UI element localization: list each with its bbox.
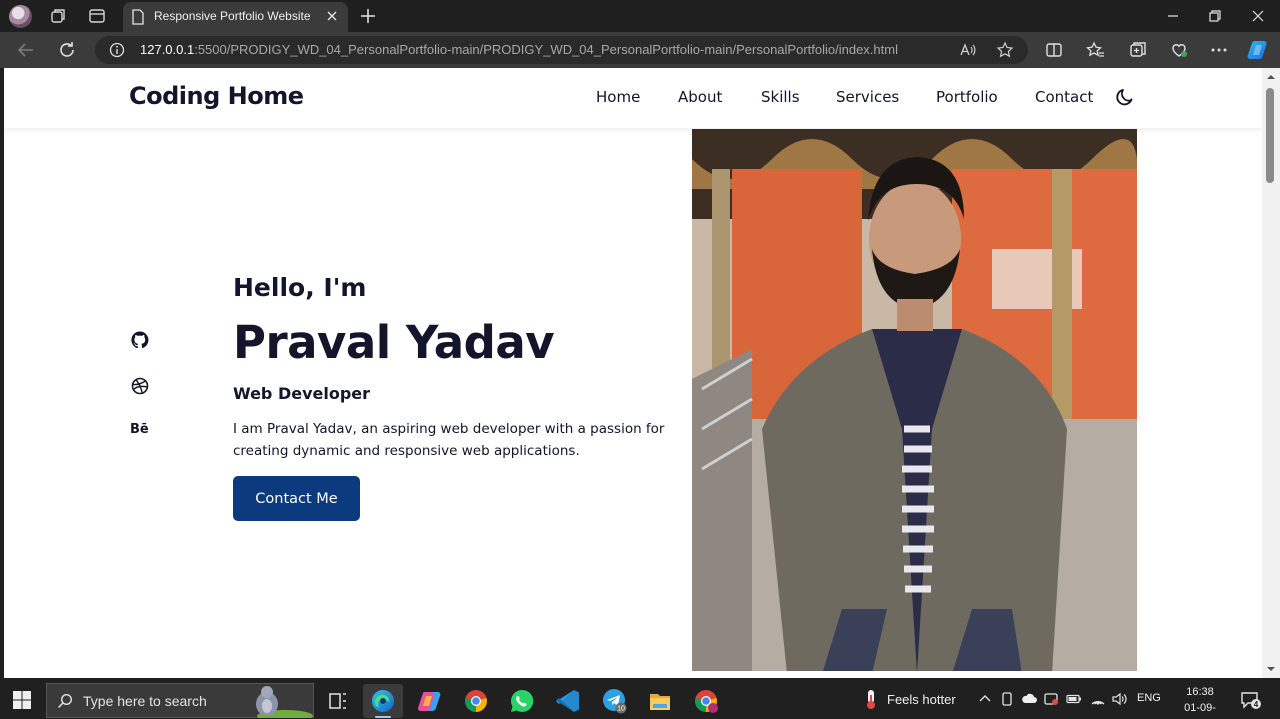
browser-essentials-icon[interactable] bbox=[1168, 39, 1190, 61]
restore-icon[interactable] bbox=[1205, 6, 1225, 26]
search-icon bbox=[57, 693, 73, 709]
system-clock[interactable]: 16:38 01-09-2024 bbox=[1173, 684, 1227, 719]
hero-description: I am Praval Yadav, an aspiring web devel… bbox=[233, 421, 665, 459]
hero-role: Web Developer bbox=[233, 384, 371, 403]
clock-time: 16:38 bbox=[1186, 686, 1214, 698]
contact-me-button[interactable]: Contact Me bbox=[233, 476, 360, 521]
file-explorer-icon[interactable] bbox=[640, 684, 680, 718]
refresh-icon[interactable] bbox=[56, 39, 78, 61]
split-screen-icon[interactable] bbox=[1043, 39, 1065, 61]
nav-about[interactable]: About bbox=[678, 88, 722, 106]
browser-toolbar: 127.0.0.1:5500/PRODIGY_WD_04_PersonalPor… bbox=[0, 32, 1280, 68]
weather-text[interactable]: Feels hotter bbox=[887, 692, 956, 707]
copilot-icon[interactable] bbox=[1247, 38, 1271, 62]
workspaces-icon[interactable] bbox=[48, 6, 68, 26]
close-tab-icon[interactable] bbox=[324, 8, 340, 24]
browser-title-bar: Responsive Portfolio Website bbox=[0, 0, 1280, 32]
read-aloud-icon[interactable] bbox=[959, 41, 977, 59]
chrome-profile-icon[interactable] bbox=[686, 684, 726, 718]
collections-icon[interactable] bbox=[1127, 39, 1149, 61]
scroll-thumb[interactable] bbox=[1266, 88, 1274, 183]
battery-icon[interactable] bbox=[1066, 691, 1082, 707]
back-arrow-icon[interactable] bbox=[15, 39, 37, 61]
taskbar-search[interactable]: Type here to search bbox=[46, 683, 314, 718]
nav-home[interactable]: Home bbox=[596, 88, 640, 106]
browser-tab-active[interactable]: Responsive Portfolio Website bbox=[123, 2, 348, 32]
url-text: 127.0.0.1:5500/PRODIGY_WD_04_PersonalPor… bbox=[140, 42, 898, 57]
meet-now-icon[interactable] bbox=[1043, 691, 1059, 707]
nav-skills[interactable]: Skills bbox=[761, 88, 800, 106]
notification-count: 4 bbox=[1254, 700, 1259, 709]
page-viewport: Coding Home Home About Skills Services P… bbox=[4, 68, 1262, 678]
nav-contact[interactable]: Contact bbox=[1035, 88, 1093, 106]
tab-title: Responsive Portfolio Website bbox=[154, 9, 311, 23]
page-scrollbar[interactable] bbox=[1262, 68, 1280, 678]
minimize-icon[interactable] bbox=[1163, 6, 1183, 26]
device-icon[interactable] bbox=[999, 691, 1015, 707]
chrome-icon[interactable] bbox=[456, 684, 496, 718]
favorites-icon[interactable] bbox=[1085, 39, 1107, 61]
close-window-icon[interactable] bbox=[1248, 6, 1268, 26]
wifi-icon[interactable] bbox=[1090, 691, 1106, 707]
favorite-star-icon[interactable] bbox=[996, 41, 1014, 59]
page-icon bbox=[132, 9, 144, 25]
task-view-icon[interactable] bbox=[318, 684, 358, 718]
windows-start-icon[interactable] bbox=[12, 690, 32, 710]
edge-icon bbox=[372, 690, 394, 712]
whatsapp-icon[interactable] bbox=[502, 684, 542, 718]
tab-actions-icon[interactable] bbox=[87, 6, 107, 26]
hero-greeting: Hello, I'm bbox=[233, 273, 367, 302]
notifications-icon[interactable]: 4 bbox=[1240, 690, 1262, 710]
site-header: Coding Home Home About Skills Services P… bbox=[4, 68, 1262, 128]
scroll-up-arrow-icon[interactable] bbox=[1266, 72, 1276, 82]
onedrive-cloud-icon[interactable] bbox=[1021, 691, 1037, 707]
taskbar: Type here to search 10 Feels hotter ENG … bbox=[0, 680, 1280, 719]
site-logo[interactable]: Coding Home bbox=[129, 82, 304, 110]
search-placeholder: Type here to search bbox=[83, 693, 207, 709]
clock-date: 01-09-2024 bbox=[1184, 702, 1216, 719]
new-tab-icon[interactable] bbox=[358, 6, 378, 26]
scroll-down-arrow-icon[interactable] bbox=[1266, 664, 1276, 674]
url-host: 127.0.0.1 bbox=[140, 42, 195, 57]
active-app-indicator bbox=[375, 716, 391, 718]
github-icon[interactable] bbox=[130, 330, 150, 350]
volume-icon[interactable] bbox=[1111, 691, 1127, 707]
show-hidden-icons-chevron-icon[interactable] bbox=[977, 691, 993, 707]
behance-icon[interactable]: Bē bbox=[130, 422, 149, 437]
vscode-icon[interactable] bbox=[548, 684, 588, 718]
search-highlight-gorilla-icon bbox=[256, 686, 313, 718]
hero-name: Praval Yadav bbox=[233, 316, 555, 369]
taskbar-edge[interactable] bbox=[363, 684, 403, 718]
nav-services[interactable]: Services bbox=[836, 88, 899, 106]
thermometer-weather-icon[interactable] bbox=[862, 688, 880, 710]
moon-icon[interactable] bbox=[1115, 86, 1137, 108]
url-path: :5500/PRODIGY_WD_04_PersonalPortfolio-ma… bbox=[194, 42, 898, 57]
dribbble-icon[interactable] bbox=[130, 376, 150, 396]
more-options-icon[interactable] bbox=[1208, 39, 1230, 61]
nav-portfolio[interactable]: Portfolio bbox=[936, 88, 998, 106]
copilot-app-icon[interactable] bbox=[410, 684, 450, 718]
site-info-icon[interactable] bbox=[109, 42, 125, 58]
profile-photo bbox=[692, 129, 1137, 671]
input-language[interactable]: ENG bbox=[1137, 692, 1161, 704]
profile-avatar[interactable] bbox=[9, 5, 32, 28]
telegram-icon[interactable]: 10 bbox=[594, 684, 634, 718]
address-bar[interactable]: 127.0.0.1:5500/PRODIGY_WD_04_PersonalPor… bbox=[95, 36, 1028, 64]
telegram-badge: 10 bbox=[617, 706, 625, 713]
